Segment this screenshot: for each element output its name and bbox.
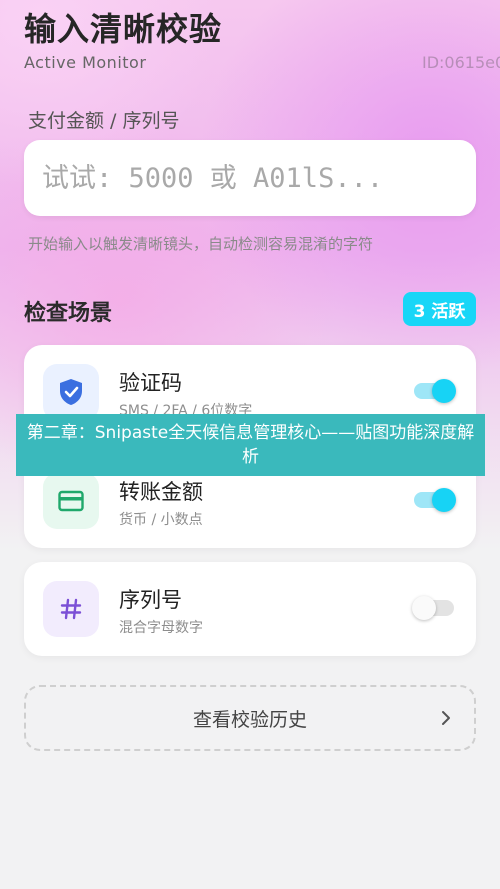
scene-desc: 货币 / 小数点 — [119, 512, 203, 528]
view-history-button[interactable]: 查看校验历史 — [24, 685, 476, 751]
scene-icon-tile — [43, 581, 99, 637]
hash-icon — [60, 598, 82, 620]
input-container[interactable] — [24, 140, 476, 216]
page-title: 输入清晰校验 — [24, 10, 223, 48]
overlay-banner: 第二章：Snipaste全天候信息管理核心——贴图功能深度解析 — [16, 414, 485, 476]
toggle-transfer-amount[interactable] — [414, 488, 456, 512]
active-count-badge: 3 活跃 — [403, 292, 476, 326]
scene-icon-tile — [43, 364, 99, 420]
device-id: ID:0615e0 — [422, 53, 500, 72]
page-subtitle: Active Monitor — [24, 53, 147, 72]
app-screen: 输入清晰校验 Active Monitor ID:0615e0 支付金额 / 序… — [0, 0, 500, 889]
scene-desc: 混合字母数字 — [119, 620, 203, 636]
shield-check-icon — [60, 379, 82, 405]
chevron-right-icon — [442, 711, 450, 725]
toggle-serial-number[interactable] — [412, 596, 454, 620]
scene-title: 转账金额 — [119, 480, 203, 504]
section-title-scenes: 检查场景 — [24, 301, 113, 326]
input-hint: 开始输入以触发清晰镜头，自动检测容易混淆的字符 — [28, 235, 374, 253]
view-history-label: 查看校验历史 — [192, 708, 307, 731]
scene-card-serial-number[interactable]: 序列号 混合字母数字 — [24, 562, 476, 656]
scene-icon-tile — [43, 473, 99, 529]
scene-title: 验证码 — [119, 371, 182, 395]
toggle-thumb — [432, 488, 456, 512]
amount-serial-input[interactable] — [42, 162, 476, 194]
toggle-verification-code[interactable] — [414, 379, 456, 403]
card-icon — [58, 490, 84, 512]
toggle-thumb — [412, 596, 436, 620]
input-label: 支付金额 / 序列号 — [28, 110, 180, 132]
toggle-thumb — [432, 379, 456, 403]
scene-title: 序列号 — [119, 588, 182, 612]
